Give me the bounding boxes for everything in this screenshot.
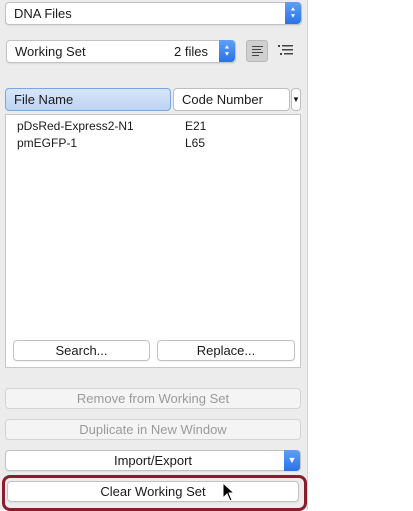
mouse-pointer-icon xyxy=(222,482,236,502)
stepper-icon: ▲ ▼ xyxy=(285,2,301,24)
sidebar-panel: DNA Files ▲ ▼ Working Set 2 files ▲ ▼ File… xyxy=(0,0,307,511)
column-header-label: File Name xyxy=(14,92,74,107)
file-table: pDsRed-Express2-N1 E21 pmEGFP-1 L65 Sear… xyxy=(5,114,301,368)
source-dropdown[interactable]: DNA Files ▲ ▼ xyxy=(5,2,302,25)
column-header-code-number[interactable]: Code Number xyxy=(173,88,290,111)
column-header-label: Code Number xyxy=(182,92,263,107)
chevron-down-icon: ▼ xyxy=(284,450,300,471)
import-export-dropdown[interactable]: Import/Export ▼ xyxy=(5,450,301,471)
code-number-cell: L65 xyxy=(185,136,206,150)
file-count: 2 files xyxy=(174,44,208,59)
list-view-button[interactable] xyxy=(246,40,268,62)
source-dropdown-label: DNA Files xyxy=(14,6,72,21)
working-set-label: Working Set xyxy=(15,44,86,59)
duplicate-in-new-window-button[interactable]: Duplicate in New Window xyxy=(5,419,301,440)
file-name-cell: pDsRed-Express2-N1 xyxy=(17,119,134,133)
working-set-selector[interactable]: Working Set 2 files ▲ ▼ xyxy=(6,40,236,63)
column-menu-button[interactable]: ▼ xyxy=(291,88,301,111)
file-name-cell: pmEGFP-1 xyxy=(17,136,78,150)
search-button[interactable]: Search... xyxy=(13,340,150,361)
table-row[interactable]: pmEGFP-1 L65 xyxy=(6,134,300,152)
column-header-file-name[interactable]: File Name xyxy=(5,88,171,111)
import-export-label: Import/Export xyxy=(113,453,193,468)
list-lines-icon xyxy=(252,46,263,57)
code-number-cell: E21 xyxy=(185,119,207,133)
highlight-outline xyxy=(2,475,307,511)
replace-button[interactable]: Replace... xyxy=(157,340,295,361)
table-row[interactable]: pDsRed-Express2-N1 E21 xyxy=(6,117,300,135)
panel-divider xyxy=(307,0,308,510)
outline-list-icon xyxy=(278,45,293,55)
remove-from-working-set-button[interactable]: Remove from Working Set xyxy=(5,388,301,409)
chevron-down-icon: ▼ xyxy=(292,95,300,104)
stepper-icon: ▲ ▼ xyxy=(219,40,235,62)
outline-view-button[interactable] xyxy=(276,40,296,60)
